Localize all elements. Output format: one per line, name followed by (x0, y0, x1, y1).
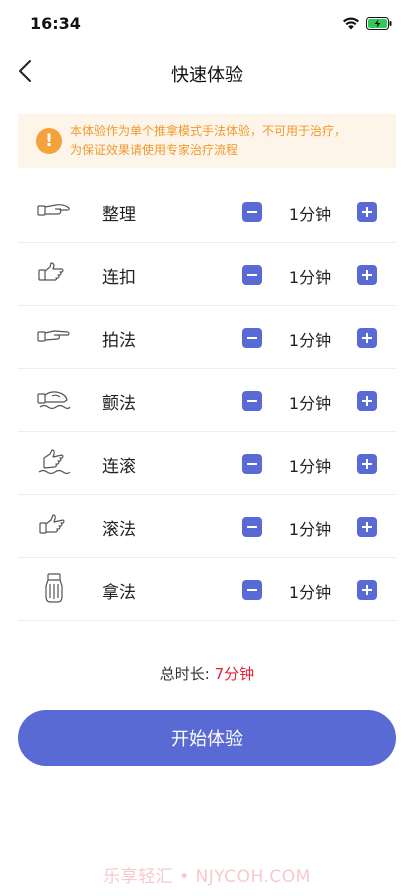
notice-banner: ! 本体验作为单个推拿模式手法体验，不可用于治疗， 为保证效果请使用专家治疗流程 (18, 114, 396, 168)
technique-name: 拍法 (102, 331, 136, 351)
technique-name: 连滚 (102, 457, 136, 477)
list-item: 整理 1分钟 (18, 180, 396, 243)
technique-name: 颤法 (102, 394, 136, 414)
duration-value: 1分钟 (288, 457, 332, 476)
technique-name: 连扣 (102, 268, 136, 288)
total-value: 7分钟 (214, 665, 255, 683)
duration-value: 1分钟 (288, 583, 332, 602)
hand-grasp-icon (36, 572, 72, 606)
total-duration: 总时长: 7分钟 (0, 663, 414, 684)
technique-name: 滚法 (102, 520, 136, 540)
hand-flat-icon (36, 194, 72, 228)
status-icons (342, 15, 392, 34)
exclamation-icon: ! (36, 128, 62, 154)
start-experience-button[interactable]: 开始体验 (18, 710, 396, 766)
notice-line-2: 为保证效果请使用专家治疗流程 (70, 143, 239, 157)
watermark: 乐享轻汇 • NJYCOH.COM (103, 867, 311, 887)
duration-value: 1分钟 (288, 205, 332, 224)
decrease-button[interactable] (242, 454, 262, 474)
decrease-button[interactable] (242, 391, 262, 411)
increase-button[interactable] (357, 517, 377, 537)
notice-text: 本体验作为单个推拿模式手法体验，不可用于治疗， 为保证效果请使用专家治疗流程 (70, 122, 346, 160)
increase-button[interactable] (357, 454, 377, 474)
list-item: 颤法 1分钟 (18, 369, 396, 432)
increase-button[interactable] (357, 328, 377, 348)
hand-vibrate-icon (36, 383, 72, 417)
battery-charging-icon (366, 15, 392, 34)
decrease-button[interactable] (242, 202, 262, 222)
increase-button[interactable] (357, 202, 377, 222)
list-item: 拿法 1分钟 (18, 558, 396, 621)
status-bar: 16:34 (0, 0, 414, 46)
start-button-label: 开始体验 (171, 729, 243, 750)
decrease-button[interactable] (242, 328, 262, 348)
list-item: 连滚 1分钟 (18, 432, 396, 495)
duration-value: 1分钟 (288, 268, 332, 287)
hand-roll-continuous-icon (36, 446, 72, 480)
list-item: 滚法 1分钟 (18, 495, 396, 558)
notice-line-1: 本体验作为单个推拿模式手法体验，不可用于治疗， (70, 124, 347, 138)
decrease-button[interactable] (242, 517, 262, 537)
hand-pat-icon (36, 320, 72, 354)
list-item: 连扣 1分钟 (18, 243, 396, 306)
technique-list: 整理 1分钟 连扣 1分钟 拍法 1分钟 颤法 1分钟 连滚 1分钟 滚法 1分… (18, 180, 396, 621)
page-title: 快速体验 (171, 65, 243, 86)
wifi-icon (342, 15, 360, 34)
list-item: 拍法 1分钟 (18, 306, 396, 369)
decrease-button[interactable] (242, 265, 262, 285)
increase-button[interactable] (357, 391, 377, 411)
decrease-button[interactable] (242, 580, 262, 600)
technique-name: 整理 (102, 205, 136, 225)
nav-bar: 快速体验 (0, 46, 414, 100)
hand-roll-icon (36, 509, 72, 543)
duration-value: 1分钟 (288, 520, 332, 539)
duration-value: 1分钟 (288, 394, 332, 413)
total-label: 总时长: (159, 665, 210, 683)
increase-button[interactable] (357, 265, 377, 285)
duration-value: 1分钟 (288, 331, 332, 350)
increase-button[interactable] (357, 580, 377, 600)
technique-name: 拿法 (102, 583, 136, 603)
hand-tap-icon (36, 257, 72, 291)
status-time: 16:34 (30, 14, 81, 33)
